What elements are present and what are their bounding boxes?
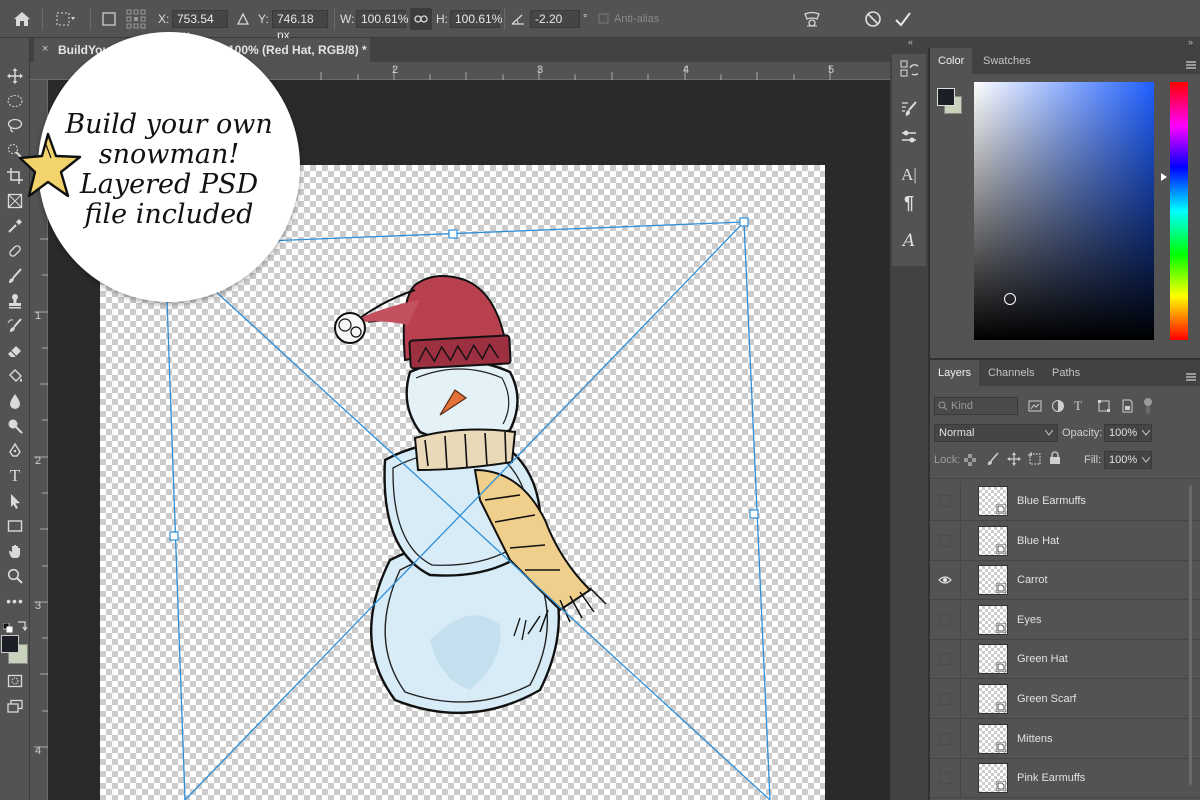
dock-collapse-icon[interactable]: « xyxy=(908,37,913,47)
visibility-toggle-empty[interactable] xyxy=(938,692,952,706)
layer-row[interactable]: Green Hat xyxy=(930,640,1200,680)
visibility-toggle-empty[interactable] xyxy=(938,652,952,666)
color-panel-tabs: Color Swatches xyxy=(930,48,1200,74)
layer-list: Blue Earmuffs Blue Hat Carrot Eyes Green Hat… xyxy=(930,482,1200,800)
layer-thumbnail[interactable] xyxy=(978,525,1008,556)
color-spectrum-field[interactable] xyxy=(974,82,1154,340)
layer-thumbnail[interactable] xyxy=(978,486,1008,516)
lock-position-icon[interactable] xyxy=(1007,452,1021,466)
filter-smart-object-icon[interactable] xyxy=(1120,399,1134,413)
filter-kind-label: Kind xyxy=(951,400,974,412)
blend-mode-select[interactable]: Normal xyxy=(934,424,1058,442)
layer-row[interactable]: Green Scarf xyxy=(930,680,1200,719)
layer-row[interactable]: Pink Earmuffs xyxy=(930,759,1200,799)
lock-artboard-icon[interactable] xyxy=(1028,452,1042,466)
tab-layers[interactable]: Layers xyxy=(930,360,980,386)
opacity-label: Opacity: xyxy=(1062,427,1103,439)
layer-name: Carrot xyxy=(1017,574,1048,587)
layer-row[interactable]: Blue Hat xyxy=(930,521,1200,561)
layers-panel-tabs: Layers Channels Paths xyxy=(930,360,1200,386)
promo-text: Build your own snowman! Layered PSD file… xyxy=(59,110,279,230)
layer-filter-kind-select[interactable]: Kind xyxy=(934,397,1018,415)
layers-scrollbar[interactable] xyxy=(1189,485,1192,785)
color-picker-cursor[interactable] xyxy=(1004,293,1016,305)
visibility-toggle-empty[interactable] xyxy=(938,771,952,785)
layer-thumbnail[interactable] xyxy=(978,684,1008,714)
tab-color[interactable]: Color xyxy=(930,48,973,74)
layer-name: Blue Hat xyxy=(1017,534,1060,547)
layer-name: Pink Earmuffs xyxy=(1017,772,1086,785)
character-panel-icon[interactable]: A| xyxy=(898,164,920,186)
hue-slider-arrow[interactable] xyxy=(1161,173,1167,181)
layer-row[interactable]: Blue Earmuffs xyxy=(930,482,1200,521)
promo-line: snowman! xyxy=(98,139,240,170)
layer-thumbnail[interactable] xyxy=(978,763,1008,794)
visibility-eye-icon[interactable] xyxy=(938,573,952,587)
layer-row[interactable]: Mittens xyxy=(930,719,1200,759)
visibility-toggle-empty[interactable] xyxy=(938,732,952,746)
promo-line: Layered PSD xyxy=(79,169,259,200)
layer-thumbnail[interactable] xyxy=(978,723,1008,754)
panel-menu-icon[interactable] xyxy=(1186,56,1196,69)
fill-label: Fill: xyxy=(1084,454,1102,466)
paragraph-panel-icon[interactable]: ¶ xyxy=(898,192,920,214)
filter-shape-icon[interactable] xyxy=(1097,399,1111,413)
layer-name: Eyes xyxy=(1017,613,1042,626)
visibility-toggle-empty[interactable] xyxy=(938,534,952,548)
panel-dock-header: « » xyxy=(890,37,1200,48)
layer-thumbnail[interactable] xyxy=(978,604,1008,635)
layer-thumbnail[interactable] xyxy=(978,565,1008,596)
lock-transparent-icon[interactable] xyxy=(964,453,978,467)
visibility-toggle-empty[interactable] xyxy=(938,494,952,508)
layer-thumbnail[interactable] xyxy=(978,644,1008,675)
tab-channels[interactable]: Channels xyxy=(980,360,1042,386)
history-panel-icon[interactable] xyxy=(898,58,920,80)
layer-name: Green Scarf xyxy=(1017,693,1077,705)
promo-line: file included xyxy=(84,199,254,230)
tab-swatches[interactable]: Swatches xyxy=(975,48,1039,74)
lock-all-icon[interactable] xyxy=(1049,451,1063,465)
layer-name: Green Hat xyxy=(1017,653,1068,666)
filter-adjustment-icon[interactable] xyxy=(1051,399,1065,413)
lock-label: Lock: xyxy=(934,454,961,466)
promo-line: Build your own xyxy=(65,109,273,140)
layer-name: Mittens xyxy=(1017,732,1053,745)
panel-collapse-icon[interactable]: » xyxy=(1188,37,1193,47)
glyphs-panel-icon[interactable]: A xyxy=(898,230,920,252)
snowman-illustration xyxy=(334,275,607,714)
blend-mode-value: Normal xyxy=(939,427,975,439)
layer-row[interactable]: Eyes xyxy=(930,600,1200,640)
filter-pixel-icon[interactable] xyxy=(1028,399,1042,413)
adjustments-panel-icon[interactable] xyxy=(898,126,920,148)
layers-panel-menu-icon[interactable] xyxy=(1186,368,1196,381)
filter-type-icon[interactable]: T xyxy=(1074,398,1082,414)
tab-paths[interactable]: Paths xyxy=(1044,360,1088,386)
brush-settings-panel-icon[interactable] xyxy=(898,98,920,120)
commit-transform-icon[interactable] xyxy=(894,0,912,38)
lock-pixels-icon[interactable] xyxy=(986,452,1000,466)
layer-name: Blue Earmuffs xyxy=(1017,495,1086,507)
layer-row[interactable]: Carrot xyxy=(930,561,1200,601)
opacity-dropdown-icon[interactable] xyxy=(1138,424,1152,442)
color-panel: Color Swatches xyxy=(930,48,1200,358)
star-icon xyxy=(18,132,82,198)
layers-panel: Layers Channels Paths Kind T Normal Opac… xyxy=(930,360,1200,800)
filter-toggle-icon[interactable] xyxy=(1143,397,1153,415)
visibility-toggle-empty[interactable] xyxy=(938,613,952,627)
fill-dropdown-icon[interactable] xyxy=(1138,451,1152,469)
hue-slider[interactable] xyxy=(1170,82,1188,340)
color-panel-foreground-swatch[interactable] xyxy=(937,88,955,106)
